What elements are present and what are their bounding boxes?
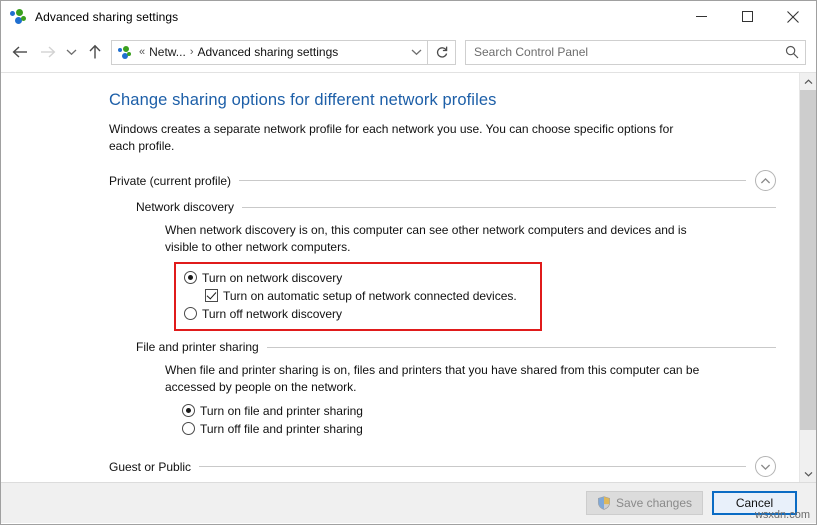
network-discovery-body: When network discovery is on, this compu… <box>136 222 776 331</box>
option-label: Turn off file and printer sharing <box>195 421 363 437</box>
scroll-up-button[interactable] <box>800 73 816 90</box>
scrollbar-thumb[interactable] <box>800 90 816 430</box>
title-bar: Advanced sharing settings <box>1 1 816 32</box>
advanced-sharing-settings-window: Advanced sharing settings <box>0 0 817 525</box>
page-intro: Windows creates a separate network profi… <box>109 121 684 155</box>
close-button[interactable] <box>770 1 816 32</box>
recent-locations-button[interactable] <box>61 39 81 65</box>
breadcrumb-parent[interactable]: Netw... <box>147 45 188 59</box>
content-area: Change sharing options for different net… <box>1 72 816 482</box>
checkbox-automatic-setup[interactable] <box>205 289 218 302</box>
network-icon <box>10 8 28 26</box>
maximize-button[interactable] <box>724 1 770 32</box>
breadcrumb-network-icon <box>118 45 133 60</box>
profile-body-private: Network discovery When network discovery… <box>109 200 776 438</box>
divider-line <box>267 347 776 348</box>
window-controls <box>678 1 816 32</box>
search-input[interactable] <box>466 45 779 59</box>
cancel-label: Cancel <box>736 496 773 510</box>
uac-shield-icon <box>597 496 611 510</box>
file-printer-sharing-body: When file and printer sharing is on, fil… <box>136 362 776 438</box>
section-header-file-printer-sharing: File and printer sharing <box>136 340 776 354</box>
address-dropdown-icon[interactable] <box>405 41 427 64</box>
profile-header-private[interactable]: Private (current profile) <box>109 170 776 191</box>
divider-line <box>242 207 776 208</box>
profile-name-private: Private (current profile) <box>109 174 239 188</box>
option-label: Turn off network discovery <box>197 306 342 322</box>
radio-turn-off-file-printer-sharing[interactable] <box>182 422 195 435</box>
option-label: Turn on automatic setup of network conne… <box>218 288 517 304</box>
scroll-down-button[interactable] <box>800 465 816 482</box>
profile-name-guest-public: Guest or Public <box>109 460 199 474</box>
search-icon[interactable] <box>779 45 805 59</box>
window-title: Advanced sharing settings <box>35 10 178 24</box>
breadcrumb-separator: › <box>190 46 194 58</box>
vertical-scrollbar[interactable] <box>799 73 816 482</box>
search-box[interactable] <box>465 40 806 65</box>
page-title: Change sharing options for different net… <box>109 91 776 110</box>
up-button[interactable] <box>81 39 108 65</box>
address-toolbar: « Netw... › Advanced sharing settings <box>1 32 816 72</box>
chevron-down-icon[interactable] <box>755 456 776 477</box>
back-button[interactable] <box>7 39 34 65</box>
breadcrumb-current[interactable]: Advanced sharing settings <box>195 45 340 59</box>
option-row[interactable]: Turn off network discovery <box>184 305 532 323</box>
option-row[interactable]: Turn off file and printer sharing <box>182 420 776 438</box>
radio-turn-on-file-printer-sharing[interactable] <box>182 404 195 417</box>
settings-panel: Change sharing options for different net… <box>1 73 798 482</box>
profile-header-guest-public[interactable]: Guest or Public <box>109 456 776 477</box>
minimize-button[interactable] <box>678 1 724 32</box>
network-discovery-description: When network discovery is on, this compu… <box>165 222 710 256</box>
forward-button[interactable] <box>34 39 61 65</box>
save-changes-button[interactable]: Save changes <box>586 491 703 515</box>
breadcrumb-overflow[interactable]: « <box>139 46 145 58</box>
divider-line <box>199 466 746 467</box>
option-row[interactable]: Turn on file and printer sharing <box>182 402 776 420</box>
file-printer-sharing-description: When file and printer sharing is on, fil… <box>165 362 710 396</box>
radio-turn-off-network-discovery[interactable] <box>184 307 197 320</box>
section-name-file-printer-sharing: File and printer sharing <box>136 340 267 354</box>
footer-bar: Save changes Cancel wsxdn.com <box>1 482 816 523</box>
refresh-button[interactable] <box>428 40 456 65</box>
save-changes-label: Save changes <box>616 496 692 510</box>
section-name-network-discovery: Network discovery <box>136 200 242 214</box>
watermark: wsxdn.com <box>755 509 810 521</box>
divider-line <box>239 180 746 181</box>
highlight-box-network-discovery: Turn on network discovery Turn on automa… <box>174 262 542 331</box>
option-label: Turn on network discovery <box>197 270 342 286</box>
option-row[interactable]: Turn on network discovery <box>184 269 532 287</box>
section-header-network-discovery: Network discovery <box>136 200 776 214</box>
address-bar[interactable]: « Netw... › Advanced sharing settings <box>111 40 428 65</box>
option-row[interactable]: Turn on automatic setup of network conne… <box>184 287 532 305</box>
radio-turn-on-network-discovery[interactable] <box>184 271 197 284</box>
option-label: Turn on file and printer sharing <box>195 403 363 419</box>
chevron-up-icon[interactable] <box>755 170 776 191</box>
